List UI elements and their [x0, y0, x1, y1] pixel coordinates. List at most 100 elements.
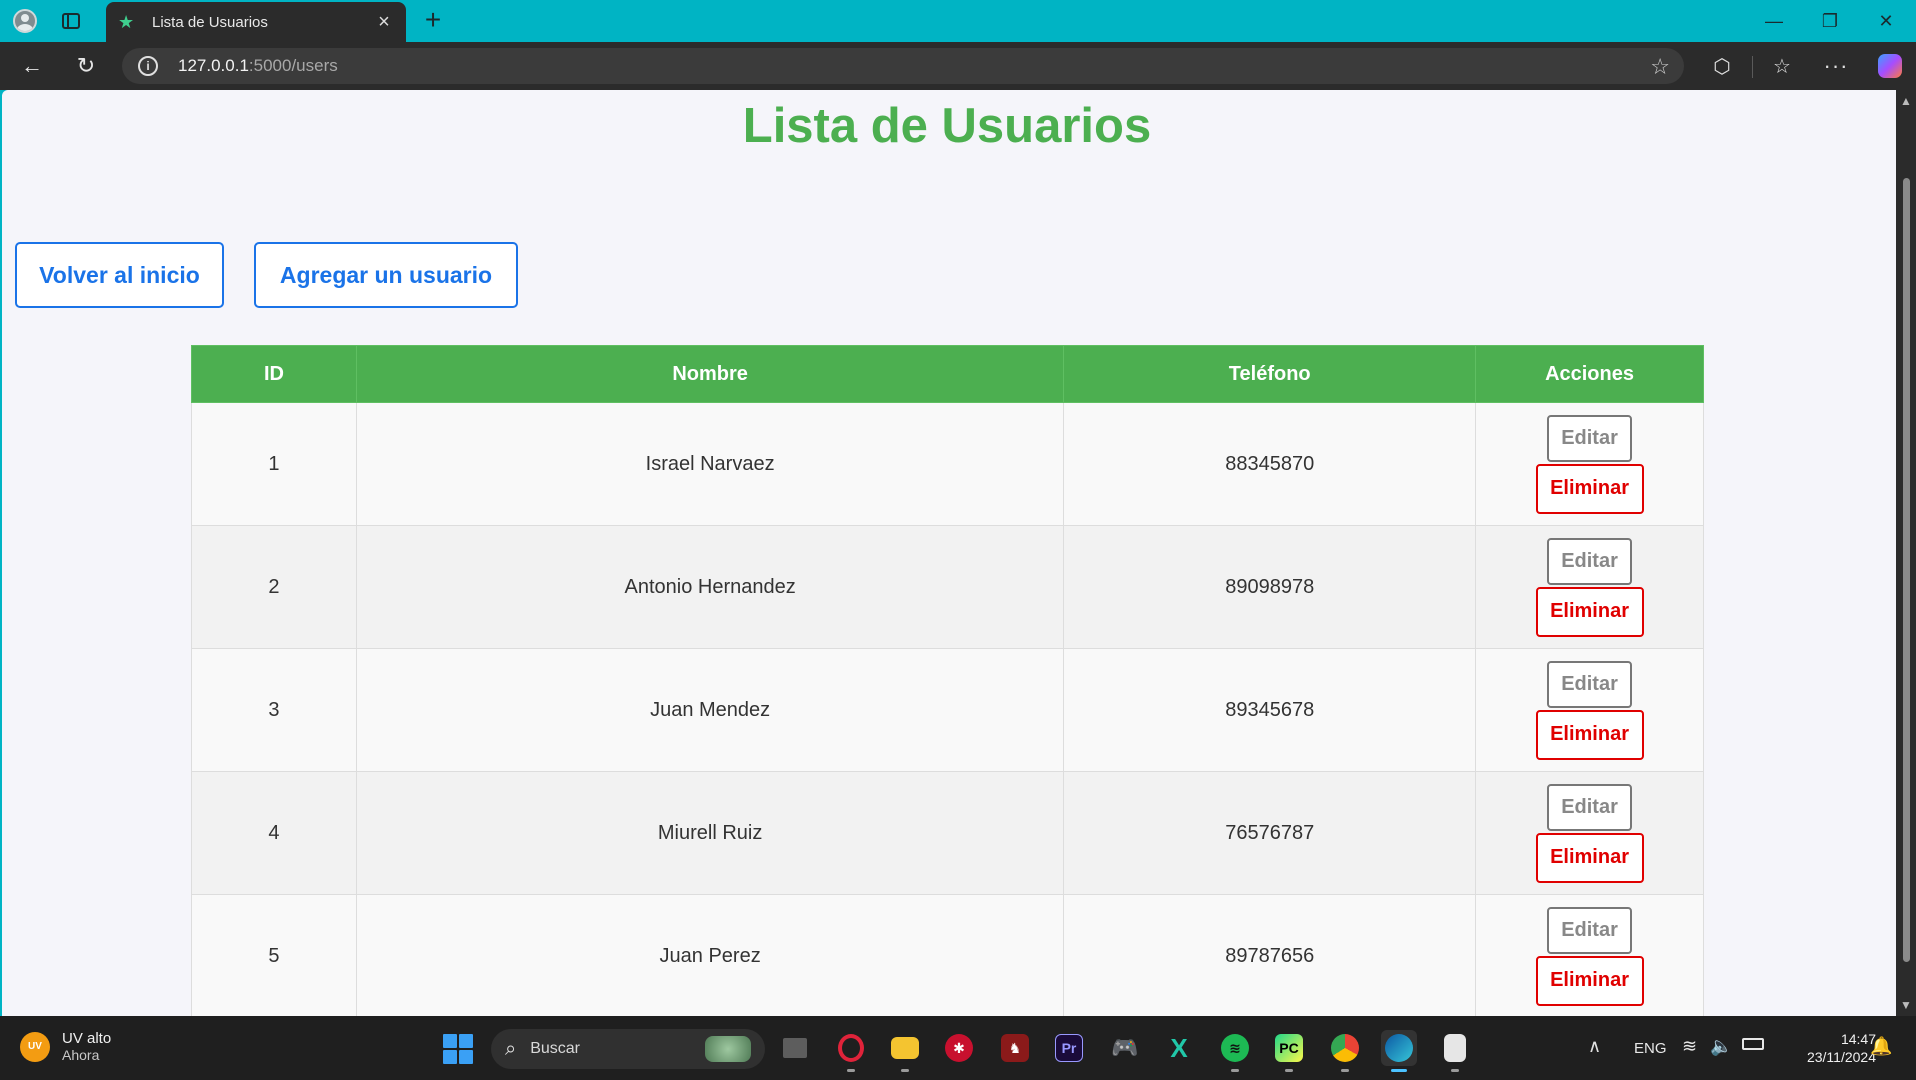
cell-actions: Editar Eliminar [1475, 525, 1704, 649]
taskbar-search[interactable]: ⌕ Buscar [491, 1029, 765, 1069]
cell-phone: 89098978 [1063, 525, 1477, 649]
edit-button[interactable]: Editar [1547, 783, 1633, 831]
cell-id: 4 [191, 771, 357, 895]
table-row: 4 Miurell Ruiz 76576787 Editar Eliminar [191, 771, 1704, 895]
cell-name: Israel Narvaez [355, 402, 1065, 526]
page-title: Lista de Usuarios [742, 99, 1152, 153]
delete-button[interactable]: Eliminar [1535, 709, 1644, 760]
edit-button[interactable]: Editar [1547, 660, 1633, 708]
tab-active[interactable]: ★ Lista de Usuarios × [106, 2, 406, 42]
add-user-button[interactable]: Agregar un usuario [254, 242, 518, 308]
cell-actions: Editar Eliminar [1475, 402, 1704, 526]
cell-phone: 89787656 [1063, 894, 1477, 1016]
copilot-icon[interactable] [1874, 50, 1906, 82]
profile-icon[interactable] [10, 6, 40, 36]
close-window-icon[interactable]: ✕ [1858, 0, 1914, 42]
delete-button[interactable]: Eliminar [1535, 955, 1644, 1006]
delete-button[interactable]: Eliminar [1535, 463, 1644, 514]
windows-start-icon[interactable] [443, 1034, 473, 1064]
search-icon: ⌕ [505, 1037, 517, 1060]
add-favorite-star-icon[interactable]: ☆ [1650, 54, 1670, 80]
system-clock[interactable]: 14:47 23/11/2024 [1786, 1030, 1876, 1066]
header-actions: Acciones [1475, 345, 1704, 403]
reload-icon[interactable]: ↻ [70, 50, 102, 82]
tab-close-icon[interactable]: × [374, 11, 394, 34]
gamepad-icon[interactable]: 🎮 [1107, 1030, 1143, 1066]
delete-button[interactable]: Eliminar [1535, 586, 1644, 637]
screen: ★ Lista de Usuarios × + — ❐ ✕ ← ↻ i 127.… [0, 0, 1916, 1080]
tab-actions-icon[interactable] [56, 6, 86, 36]
edit-button[interactable]: Editar [1547, 537, 1633, 585]
cell-actions: Editar Eliminar [1475, 648, 1704, 772]
cell-actions: Editar Eliminar [1475, 894, 1704, 1016]
cell-phone: 89345678 [1063, 648, 1477, 772]
users-table: ID Nombre Teléfono Acciones 1 Israel Nar… [191, 345, 1704, 1016]
wifi-icon[interactable]: ≋ [1682, 1036, 1697, 1057]
cell-name: Antonio Hernandez [355, 525, 1065, 649]
new-tab-icon[interactable]: + [418, 6, 448, 36]
cell-phone: 88345870 [1063, 402, 1477, 526]
chrome-icon[interactable] [1327, 1030, 1363, 1072]
page-scrollbar[interactable]: ▲ ▼ [1896, 90, 1916, 1016]
header-phone: Teléfono [1063, 345, 1477, 403]
weather-widget[interactable]: UV UV alto Ahora [20, 1030, 111, 1063]
table-row: 5 Juan Perez 89787656 Editar Eliminar [191, 894, 1704, 1016]
pycharm-icon[interactable]: PC [1271, 1030, 1307, 1072]
favorites-icon[interactable]: ☆ [1766, 50, 1798, 82]
spotify-icon[interactable]: ≋ [1217, 1030, 1253, 1072]
toolbar-divider [1752, 56, 1753, 78]
scroll-down-arrow-icon[interactable]: ▼ [1900, 998, 1912, 1012]
edit-button[interactable]: Editar [1547, 414, 1633, 462]
uv-weather-icon: UV [20, 1031, 50, 1062]
scroll-up-arrow-icon[interactable]: ▲ [1900, 94, 1912, 108]
extensions-puzzle-icon[interactable]: ⬡ [1706, 50, 1738, 82]
scrollbar-thumb[interactable] [1903, 178, 1910, 962]
battery-icon[interactable] [1742, 1038, 1764, 1050]
weather-subtitle: Ahora [62, 1047, 100, 1063]
opera-icon[interactable] [833, 1030, 869, 1072]
edge-icon[interactable] [1381, 1030, 1417, 1072]
notifications-bell-icon[interactable]: 🔔 [1870, 1036, 1892, 1057]
minimize-icon[interactable]: — [1746, 0, 1802, 42]
cell-name: Juan Mendez [355, 648, 1065, 772]
snipping-tool-icon[interactable] [1437, 1030, 1473, 1072]
file-explorer-icon[interactable] [887, 1030, 923, 1072]
cell-name: Miurell Ruiz [355, 771, 1065, 895]
header-name: Nombre [355, 345, 1065, 403]
x-app-icon[interactable]: X [1161, 1030, 1197, 1066]
cell-id: 1 [191, 402, 357, 526]
tab-title: Lista de Usuarios [152, 13, 268, 31]
site-info-icon[interactable]: i [138, 56, 158, 76]
gear-app-icon[interactable]: ✱ [941, 1030, 977, 1066]
cell-id: 5 [191, 894, 357, 1016]
cell-phone: 76576787 [1063, 771, 1477, 895]
back-arrow-icon[interactable]: ← [16, 50, 48, 82]
cell-id: 3 [191, 648, 357, 772]
url-path: :5000/users [248, 56, 338, 75]
page-viewport: Lista de Usuarios Volver al inicio Agreg… [2, 90, 1896, 1016]
search-highlight-icon [705, 1036, 751, 1062]
delete-button[interactable]: Eliminar [1535, 832, 1644, 883]
premiere-pro-icon[interactable]: Pr [1051, 1030, 1087, 1066]
game-launcher-icon[interactable]: ♞ [997, 1030, 1033, 1066]
more-options-icon[interactable]: ··· [1820, 50, 1852, 82]
restore-icon[interactable]: ❐ [1802, 0, 1858, 42]
volume-icon[interactable]: 🔈 [1710, 1036, 1732, 1057]
edit-button[interactable]: Editar [1547, 906, 1633, 954]
browser-titlebar: ★ Lista de Usuarios × + — ❐ ✕ [0, 0, 1916, 42]
clock-date: 23/11/2024 [1806, 1049, 1876, 1065]
back-to-home-button[interactable]: Volver al inicio [15, 242, 224, 308]
show-hidden-icons-chevron-icon[interactable]: ∧ [1588, 1036, 1601, 1057]
task-view-icon[interactable] [777, 1030, 813, 1066]
table-header-row: ID Nombre Teléfono Acciones [191, 345, 1704, 403]
browser-toolbar: ← ↻ i 127.0.0.1:5000/users ☆ ⬡ ☆ ··· [0, 42, 1916, 90]
windows-taskbar: UV UV alto Ahora ⌕ Buscar ✱ ♞ Pr 🎮 X ≋ P… [0, 1016, 1916, 1080]
header-id: ID [191, 345, 357, 403]
cell-name: Juan Perez [355, 894, 1065, 1016]
language-indicator[interactable]: ENG [1634, 1040, 1667, 1057]
search-placeholder: Buscar [530, 1040, 580, 1057]
table-row: 1 Israel Narvaez 88345870 Editar Elimina… [191, 402, 1704, 526]
tab-favicon-icon: ★ [118, 11, 135, 32]
table-row: 3 Juan Mendez 89345678 Editar Eliminar [191, 648, 1704, 772]
address-bar[interactable]: i 127.0.0.1:5000/users ☆ [122, 48, 1684, 84]
